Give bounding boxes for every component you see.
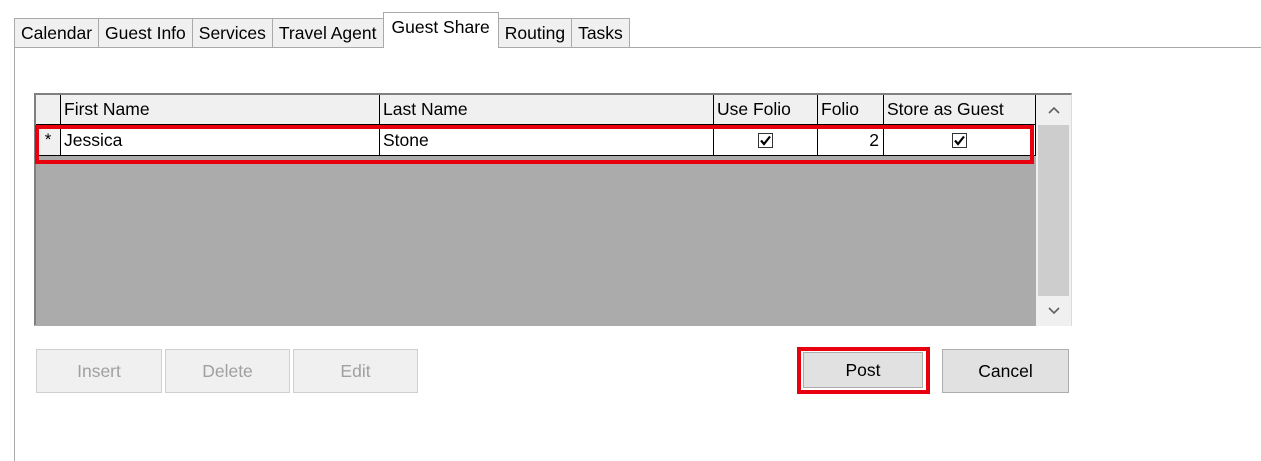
folio-cell[interactable]: 2 — [818, 125, 884, 156]
checkmark-icon — [954, 135, 965, 146]
guest-share-grid[interactable]: First Name Last Name Use Folio Folio Sto… — [34, 93, 1072, 326]
first-name-cell[interactable]: Jessica — [61, 125, 380, 156]
table-row[interactable]: * Jessica Stone 2 — [36, 125, 1036, 156]
guest-share-window: Calendar Guest Info Services Travel Agen… — [0, 0, 1261, 461]
checkmark-icon — [760, 135, 771, 146]
store-as-guest-checkbox[interactable] — [952, 132, 967, 148]
scroll-down-icon[interactable] — [1036, 296, 1071, 326]
use-folio-checkbox[interactable] — [758, 132, 773, 148]
header-store-as-guest[interactable]: Store as Guest — [884, 95, 1036, 125]
post-button[interactable]: Post — [803, 352, 923, 388]
cancel-button[interactable]: Cancel — [942, 349, 1069, 393]
scrollbar-thumb[interactable] — [1038, 125, 1069, 296]
tab-strip: Calendar Guest Info Services Travel Agen… — [14, 12, 630, 48]
tab-guest-info[interactable]: Guest Info — [98, 18, 192, 48]
tab-guest-share[interactable]: Guest Share — [382, 12, 499, 48]
scroll-up-icon[interactable] — [1036, 95, 1071, 125]
tab-tasks[interactable]: Tasks — [571, 18, 630, 48]
header-folio[interactable]: Folio — [818, 95, 884, 125]
delete-button[interactable]: Delete — [165, 349, 290, 393]
row-indicator: * — [36, 125, 61, 156]
tab-travel-agent[interactable]: Travel Agent — [271, 18, 383, 48]
tab-panel-left-border — [14, 47, 15, 461]
grid-body: First Name Last Name Use Folio Folio Sto… — [36, 95, 1036, 326]
edit-button[interactable]: Edit — [293, 349, 418, 393]
vertical-scrollbar[interactable] — [1036, 95, 1071, 326]
tab-services[interactable]: Services — [191, 18, 272, 48]
tab-routing[interactable]: Routing — [498, 18, 572, 48]
use-folio-cell — [714, 125, 818, 156]
header-indicator-cell — [36, 95, 61, 125]
store-as-guest-cell — [884, 125, 1036, 156]
header-first-name[interactable]: First Name — [61, 95, 380, 125]
header-last-name[interactable]: Last Name — [380, 95, 714, 125]
insert-button[interactable]: Insert — [36, 349, 162, 393]
header-use-folio[interactable]: Use Folio — [714, 95, 818, 125]
tab-panel-top-border — [14, 47, 1261, 48]
tab-calendar[interactable]: Calendar — [14, 18, 99, 48]
grid-header-row: First Name Last Name Use Folio Folio Sto… — [36, 95, 1036, 125]
last-name-cell[interactable]: Stone — [380, 125, 714, 156]
